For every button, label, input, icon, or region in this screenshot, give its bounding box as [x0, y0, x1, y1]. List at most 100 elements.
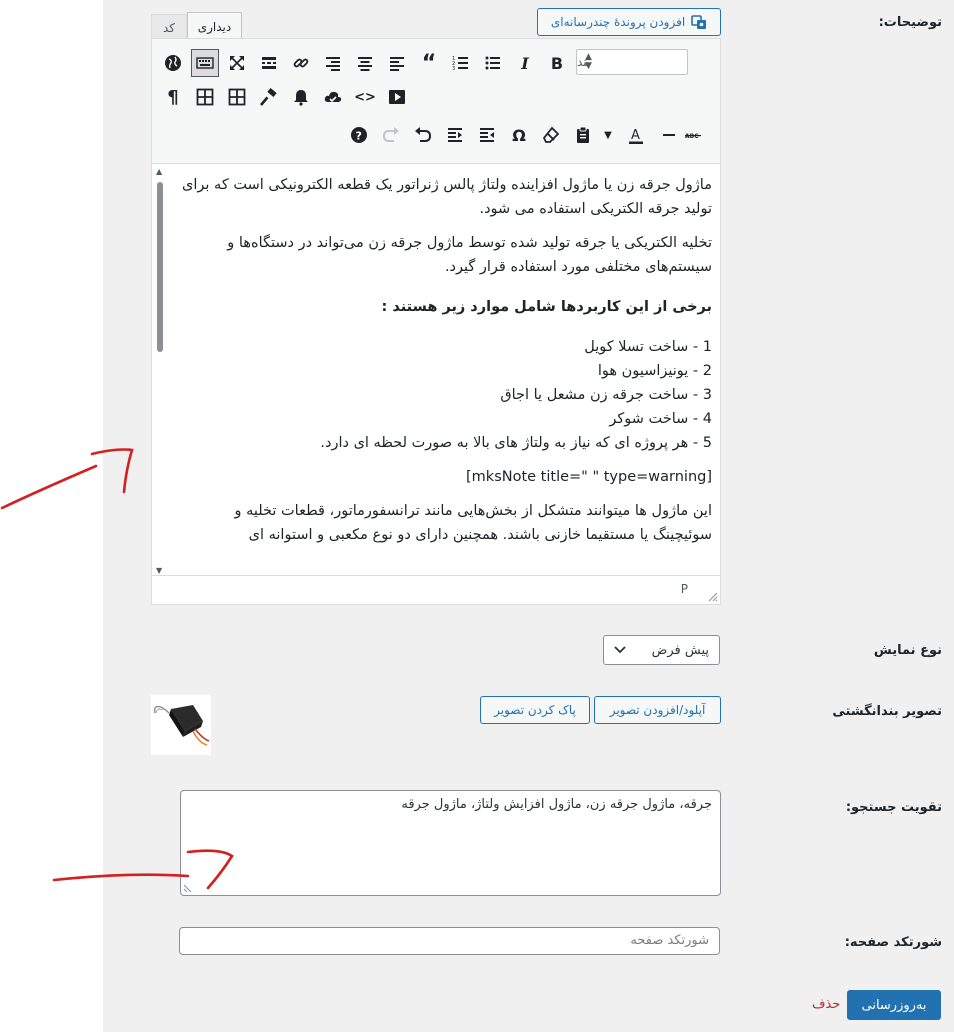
read-more-icon: [262, 57, 276, 69]
content-paragraph: این ماژول ها میتوانند متشکل از بخش‌هایی …: [234, 503, 712, 543]
clear-formatting-button[interactable]: [537, 121, 565, 149]
rich-text-editor: بند ▲ ▼ B I 123 “ <> ¶ ABC A ▼ Ω ? ▲ ▼ م…: [151, 38, 721, 605]
shortcode-label: شورتکد صفحه:: [844, 935, 942, 950]
search-boost-value: جرقه، ماژول جرقه زن، ماژول افزایش ولتاژ،…: [401, 797, 712, 812]
svg-text:A: A: [631, 128, 640, 143]
shortcode-input[interactable]: شورتکد صفحه: [179, 927, 720, 955]
scrollbar-thumb[interactable]: [157, 182, 163, 352]
text-color-button[interactable]: A: [622, 121, 650, 149]
table-button[interactable]: [223, 83, 251, 111]
delete-link[interactable]: حذف: [812, 997, 840, 1012]
display-type-value: پیش فرض: [651, 642, 709, 658]
svg-text:?: ?: [356, 130, 362, 143]
indent-icon: [448, 128, 462, 142]
content-list-item: 1 - ساخت تسلا کویل: [584, 339, 712, 355]
fullscreen-button[interactable]: [223, 49, 251, 77]
tab-visual-label: دیداری: [197, 19, 232, 34]
align-left-button[interactable]: [383, 49, 411, 77]
keyboard-icon: [196, 57, 214, 69]
paste-text-button[interactable]: [569, 121, 597, 149]
table-icon: [228, 88, 246, 106]
search-boost-textarea[interactable]: جرقه، ماژول جرقه زن، ماژول افزایش ولتاژ،…: [180, 790, 721, 896]
updown-icon: ▲ ▼: [585, 52, 592, 71]
tab-visual[interactable]: دیداری: [187, 12, 242, 40]
scroll-down-icon: ▼: [156, 566, 163, 575]
left-margin: [0, 0, 103, 1032]
clear-image-button[interactable]: پاک کردن تصویر: [480, 696, 590, 724]
read-more-button[interactable]: [255, 49, 283, 77]
display-type-select[interactable]: پیش فرض: [603, 635, 720, 665]
link-icon: [293, 58, 309, 68]
notification-button[interactable]: [287, 83, 315, 111]
special-character-button[interactable]: Ω: [505, 121, 533, 149]
align-center-icon: [358, 57, 372, 71]
toolbar-toggle-button[interactable]: [191, 49, 219, 77]
grid-icon: [196, 88, 214, 106]
blockquote-button[interactable]: “: [415, 49, 443, 77]
undo-icon: [415, 127, 432, 142]
media-icon: [691, 15, 707, 29]
clipboard-icon: [577, 126, 589, 143]
paragraph-button[interactable]: ¶: [159, 83, 187, 111]
shortcode-hammer-button[interactable]: [255, 83, 283, 111]
textarea-resize-icon[interactable]: [183, 884, 192, 893]
content-list-item: 4 - ساخت شوکر: [609, 411, 712, 427]
content-paragraph: ماژول جرقه زن یا ماژول افزاینده ولتاژ پا…: [182, 177, 712, 217]
editor-scrollbar[interactable]: ▲ ▼: [154, 165, 166, 575]
help-icon: ?: [351, 127, 367, 143]
description-label: توضیحات:: [878, 15, 942, 30]
bold-button[interactable]: B: [543, 49, 571, 77]
fullscreen-icon: [230, 56, 244, 70]
cloud-button[interactable]: [319, 83, 347, 111]
align-right-button[interactable]: [319, 49, 347, 77]
video-icon: [389, 90, 405, 104]
italic-button[interactable]: I: [511, 49, 539, 77]
media-embed-button[interactable]: [383, 83, 411, 111]
content-list-item: 2 - یونیزاسیون هوا: [597, 363, 712, 379]
outdent-button[interactable]: [473, 121, 501, 149]
resize-handle-icon[interactable]: [708, 592, 718, 602]
help-button[interactable]: ?: [345, 121, 373, 149]
add-media-label: افزودن پروندهٔ چندرسانه‌ای: [550, 15, 686, 29]
bullet-list-button[interactable]: [479, 49, 507, 77]
update-button[interactable]: به‌روزرسانی: [847, 990, 941, 1020]
scroll-up-icon: ▲: [156, 167, 163, 176]
editor-content[interactable]: ماژول جرقه زن یا ماژول افزاینده ولتاژ پا…: [174, 163, 712, 575]
redo-button[interactable]: [377, 121, 405, 149]
hammer-icon: [260, 88, 277, 106]
text-color-dropdown[interactable]: ▼: [600, 121, 616, 149]
cloud-icon: [324, 91, 342, 103]
content-list-item: 5 - هر پروژه ای که نیاز به ولتاژ های بال…: [320, 435, 712, 451]
display-type-label: نوع نمایش: [873, 643, 942, 658]
upload-image-button[interactable]: آپلود/افزودن تصویر: [594, 696, 721, 724]
bell-icon: [294, 90, 308, 106]
numbered-list-button[interactable]: 123: [447, 49, 475, 77]
link-button[interactable]: [287, 49, 315, 77]
align-right-icon: [326, 57, 340, 71]
undo-button[interactable]: [409, 121, 437, 149]
horizontal-line-icon: [663, 134, 675, 136]
element-path[interactable]: P: [681, 582, 688, 596]
indent-button[interactable]: [441, 121, 469, 149]
bullet-list-icon: [485, 56, 500, 70]
content-heading: برخی از این کاربردها شامل موارد زیر هستن…: [381, 299, 712, 315]
svg-text:3: 3: [452, 66, 455, 72]
align-center-button[interactable]: [351, 49, 379, 77]
horizontal-line-button[interactable]: [655, 121, 683, 149]
eraser-icon: [542, 126, 560, 143]
grid-button[interactable]: [191, 83, 219, 111]
tab-code-label: کد: [162, 20, 175, 35]
code-button[interactable]: <>: [351, 83, 379, 111]
content-shortcode: [mksNote title=" " type=warning]: [466, 469, 712, 485]
language-button[interactable]: [159, 49, 187, 77]
add-media-button[interactable]: افزودن پروندهٔ چندرسانه‌ای: [537, 8, 721, 36]
tab-code[interactable]: کد: [151, 14, 187, 40]
text-color-icon: A: [629, 128, 643, 144]
globe-icon: [165, 55, 181, 71]
content-list-item: 3 - ساخت جرقه زن مشعل یا اجاق: [500, 387, 712, 403]
format-select[interactable]: بند ▲ ▼: [576, 49, 688, 75]
content-paragraph: تخلیه الکتریکی یا جرقه تولید شده توسط ما…: [227, 235, 712, 275]
strikethrough-button[interactable]: ABC: [679, 121, 707, 149]
redo-icon: [382, 127, 399, 142]
svg-text:ABC: ABC: [685, 133, 699, 140]
